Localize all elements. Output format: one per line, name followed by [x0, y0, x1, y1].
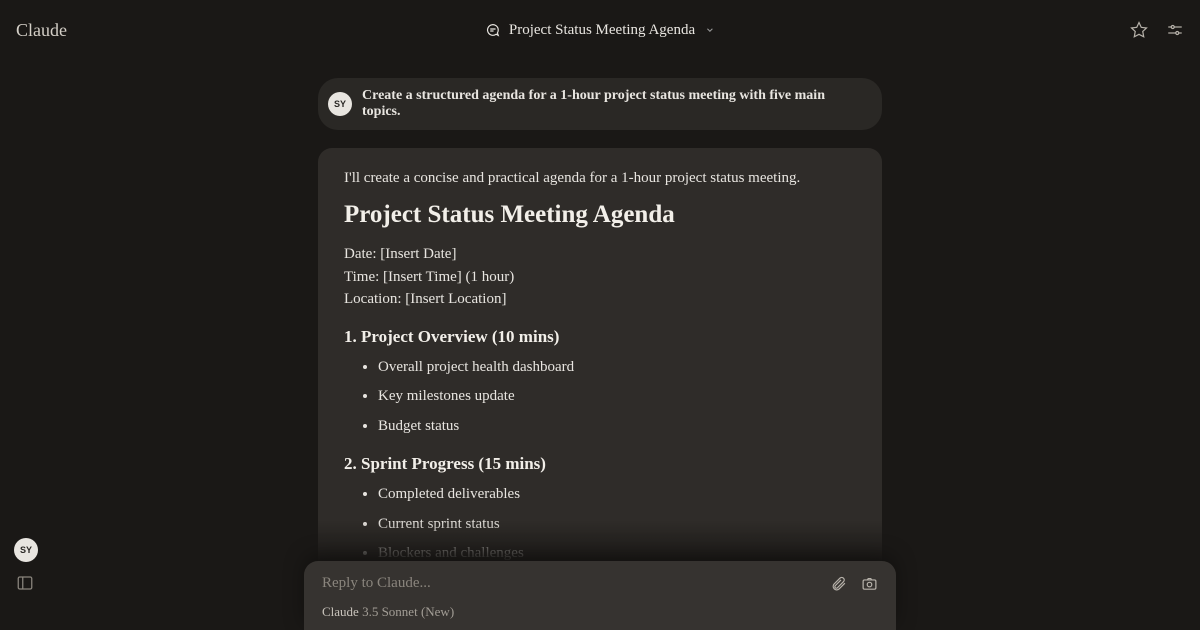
conversation-content: SY Create a structured agenda for a 1-ho… [318, 78, 882, 630]
user-message: SY Create a structured agenda for a 1-ho… [318, 78, 882, 130]
attachment-icon[interactable] [830, 575, 847, 592]
section-list: Overall project health dashboard Key mil… [344, 357, 856, 438]
brand-logo[interactable]: Claude [16, 20, 67, 41]
meta-date: Date: [Insert Date] [344, 243, 856, 266]
user-message-text: Create a structured agenda for a 1-hour … [362, 88, 864, 120]
avatar[interactable]: SY [14, 538, 38, 562]
reply-input[interactable] [322, 575, 830, 592]
meta-location: Location: [Insert Location] [344, 288, 856, 311]
list-item: Current sprint status [378, 514, 856, 536]
star-icon[interactable] [1130, 21, 1148, 39]
header-bar: Claude Project Status Meeting Agenda [0, 0, 1200, 60]
sliders-icon[interactable] [1166, 21, 1184, 39]
chevron-down-icon [705, 25, 715, 35]
assistant-intro: I'll create a concise and practical agen… [344, 170, 856, 187]
meta-time: Time: [Insert Time] (1 hour) [344, 266, 856, 289]
sidebar-toggle-icon[interactable] [16, 574, 34, 592]
section-title: 2. Sprint Progress (15 mins) [344, 454, 856, 474]
section-title: 1. Project Overview (10 mins) [344, 327, 856, 347]
conversation-title-text: Project Status Meeting Agenda [509, 22, 695, 39]
chat-icon [485, 22, 501, 38]
avatar: SY [328, 92, 352, 116]
list-item: Budget status [378, 416, 856, 438]
model-name: 3.5 Sonnet (New) [362, 604, 454, 619]
model-indicator[interactable]: Claude 3.5 Sonnet (New) [322, 604, 878, 620]
conversation-title-dropdown[interactable]: Project Status Meeting Agenda [485, 22, 715, 39]
list-item: Completed deliverables [378, 484, 856, 506]
list-item: Overall project health dashboard [378, 357, 856, 379]
assistant-message: I'll create a concise and practical agen… [318, 148, 882, 630]
camera-icon[interactable] [861, 575, 878, 592]
list-item: Key milestones update [378, 386, 856, 408]
agenda-heading: Project Status Meeting Agenda [344, 201, 856, 229]
composer: Claude 3.5 Sonnet (New) [304, 561, 896, 630]
model-brand: Claude [322, 604, 359, 619]
